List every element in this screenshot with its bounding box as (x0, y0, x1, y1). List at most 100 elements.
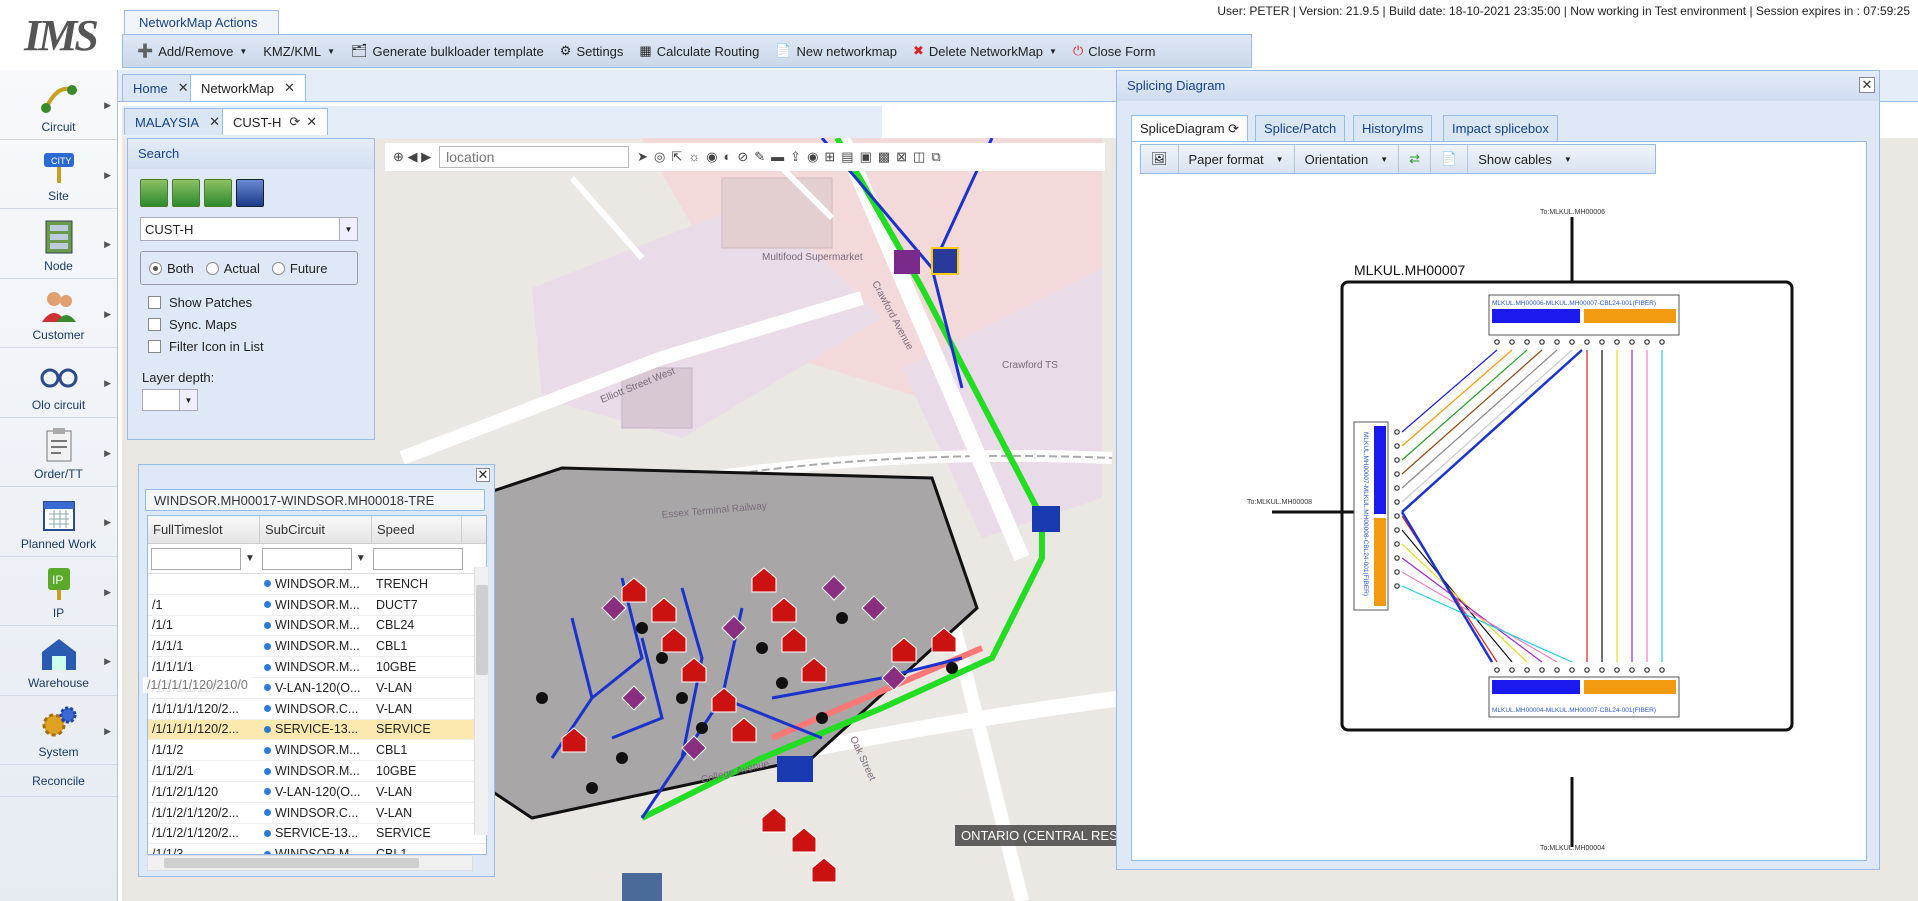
tab-networkmap[interactable]: NetworkMap ✕ (190, 74, 306, 101)
chevron-down-icon[interactable]: ▼ (339, 218, 357, 240)
olo-circuit-icon (39, 357, 79, 395)
forward-icon[interactable]: ▶ (421, 149, 431, 165)
table-row[interactable]: /1/1/3 WINDSOR.M... CBL1 (148, 844, 486, 854)
delete-networkmap-button[interactable]: ✖ Delete NetworkMap ▼ (905, 37, 1065, 65)
radio-both[interactable]: Both (149, 261, 194, 276)
generate-bulkloader-button[interactable]: 🗂 Generate bulkloader template (343, 37, 552, 65)
back-icon[interactable]: ◀ (408, 149, 418, 165)
table-row[interactable]: WINDSOR.M... TRENCH (148, 574, 486, 595)
add-remove-button[interactable]: ➕ Add/Remove ▼ (129, 37, 255, 65)
cell-fulltimeslot: /1/1/2/1/120/2... (152, 826, 239, 841)
sidebar: Circuit ▶ CITY Site ▶ Node ▶ Customer ▶ Olo … (0, 70, 118, 901)
tab-history-ims[interactable]: HistoryIms (1353, 115, 1433, 141)
splice-panel-title: Splicing Diagram (1117, 71, 1879, 101)
export-button[interactable]: 🖼 (1141, 145, 1179, 173)
sidebar-item-warehouse[interactable]: Warehouse ▶ (0, 626, 117, 696)
column-header-speed[interactable]: Speed (372, 516, 462, 543)
search-globe-icon[interactable] (172, 179, 200, 207)
table-row[interactable]: /1 WINDSOR.M... DUCT7 (148, 595, 486, 616)
map-tool-icons[interactable]: ➤◎⇱☼◉◐⊘✎▬⇪◉⊞▤▣▩⊠◫⧉ (637, 149, 946, 165)
tab-splice-diagram[interactable]: SpliceDiagram ⟳ (1131, 115, 1249, 141)
table-row[interactable]: /1/1/2/1/120 V-LAN-120(O... V-LAN (148, 782, 486, 803)
cell-subcircuit: WINDSOR.M... (260, 743, 372, 757)
filter-input-speed[interactable] (372, 547, 463, 570)
paper-format-button[interactable]: Paper format ▼ (1179, 145, 1295, 173)
tab-malaysia[interactable]: MALAYSIA ✕ (124, 108, 231, 135)
tab-impact-splicebox[interactable]: Impact splicebox (1443, 115, 1558, 141)
sidebar-item-order-tt[interactable]: Order/TT ▶ (0, 418, 117, 487)
column-header-subcircuit[interactable]: SubCircuit (260, 516, 372, 543)
tab-splice-patch[interactable]: Splice/Patch (1255, 115, 1346, 141)
orientation-button[interactable]: Orientation ▼ (1295, 145, 1400, 173)
table-row[interactable]: /1/1/2/1/120/2... WINDSOR.C... V-LAN (148, 803, 486, 824)
settings-button[interactable]: ⚙ Settings (552, 37, 632, 65)
zoom-in-icon[interactable]: ⊕ (393, 149, 404, 165)
radio-actual[interactable]: Actual (205, 261, 260, 276)
cell-subcircuit: WINDSOR.M... (260, 577, 372, 591)
delete-icon: ✖ (912, 43, 924, 58)
refresh-icon[interactable]: ⟳ (1228, 121, 1239, 136)
sidebar-item-node[interactable]: Node ▶ (0, 209, 117, 279)
refresh-button[interactable]: ⇄ (1399, 145, 1432, 173)
radio-future[interactable]: Future (271, 261, 327, 276)
splice-diagram-canvas[interactable]: To:MLKUL.MH00006 To:MLKUL.MH00004 To:MLK… (1132, 182, 1868, 852)
cell-fulltimeslot: /1/1/1 (152, 639, 184, 654)
close-icon[interactable]: ✕ (306, 114, 317, 130)
table-row[interactable]: /1/1 WINDSOR.M... CBL24 (148, 616, 486, 637)
splice-tabs: SpliceDiagram ⟳ Splice/Patch HistoryIms … (1131, 115, 1871, 141)
page-button[interactable]: 📄 (1431, 145, 1469, 173)
show-cables-button[interactable]: Show cables ▼ (1468, 145, 1582, 173)
tab-cust-h[interactable]: CUST-H ⟳ ✕ (222, 108, 329, 135)
close-icon[interactable]: ✕ (1859, 77, 1875, 93)
grid-vertical-scrollbar[interactable] (474, 567, 488, 835)
sidebar-item-ip[interactable]: IP IP ▶ (0, 557, 117, 626)
sidebar-item-planned-work[interactable]: Planned Work ▶ (0, 487, 117, 557)
sync-maps-checkbox[interactable]: Sync. Maps (148, 317, 374, 332)
filter-icon[interactable]: ▼ (356, 553, 366, 564)
cell-fulltimeslot: /1/1/2/1 (152, 764, 194, 779)
filter-icon-checkbox[interactable]: Filter Icon in List (148, 339, 374, 354)
filter-input-subcircuit[interactable] (261, 547, 352, 570)
status-dot-icon (264, 746, 271, 754)
table-row[interactable]: /1/1/1/1/120/2... WINDSOR.C... V-LAN (148, 699, 486, 720)
search-forward-icon[interactable] (204, 179, 232, 207)
close-icon[interactable]: ✕ (178, 80, 189, 96)
table-row[interactable]: /1/1/1/1/120/2... SERVICE-13... SERVICE (148, 719, 486, 741)
circuit-select[interactable]: CUST-H ▼ (140, 217, 358, 241)
left-destination-label: To:MLKUL.MH00008 (1247, 499, 1312, 506)
cell-speed: V-LAN (376, 784, 413, 799)
table-row[interactable]: /1/1/1 WINDSOR.M... CBL1 (148, 636, 486, 658)
sidebar-item-system[interactable]: System ▶ (0, 696, 117, 765)
tab-home[interactable]: Home ✕ (122, 74, 200, 101)
filter-icon[interactable]: ▼ (245, 553, 255, 564)
table-row[interactable]: /1/1/2/1 WINDSOR.M... 10GBE (148, 761, 486, 782)
networkmap-actions-tab[interactable]: NetworkMap Actions (124, 10, 279, 34)
refresh-icon[interactable]: ⟳ (289, 114, 300, 130)
new-networkmap-button[interactable]: 📄 New networkmap (767, 37, 905, 65)
binoculars-icon[interactable] (236, 179, 264, 207)
grid-title: WINDSOR.MH00017-WINDSOR.MH00018-TRE (145, 489, 485, 511)
close-icon[interactable]: ✕ (209, 114, 220, 130)
close-form-button[interactable]: ⏻ Close Form (1065, 37, 1163, 65)
layer-depth-select[interactable]: ▼ (142, 389, 198, 411)
cell-fulltimeslot: /1/1/2/1/120 (152, 784, 219, 799)
sidebar-item-circuit[interactable]: Circuit ▶ (0, 70, 117, 140)
close-icon[interactable]: ✕ (284, 80, 295, 96)
calculate-routing-button[interactable]: ▦ Calculate Routing (631, 37, 767, 65)
location-input[interactable] (439, 146, 630, 168)
show-patches-checkbox[interactable]: Show Patches (148, 295, 374, 310)
column-header-fulltimeslot[interactable]: FullTimeslot (148, 516, 260, 543)
kmz-kml-button[interactable]: KMZ/KML ▼ (255, 37, 343, 65)
cell-subcircuit: WINDSOR.M... (260, 618, 372, 632)
table-row[interactable]: /1/1/1/1 WINDSOR.M... 10GBE (148, 657, 486, 678)
sidebar-item-reconcile[interactable]: Reconcile (0, 765, 117, 797)
filter-input-fulltimeslot[interactable] (151, 547, 241, 570)
table-row[interactable]: /1/1/2/1/120/2... SERVICE-13... SERVICE (148, 824, 486, 845)
sidebar-item-customer[interactable]: Customer ▶ (0, 279, 117, 348)
grid-horizontal-scrollbar[interactable] (147, 855, 473, 871)
sidebar-item-olo-circuit[interactable]: Olo circuit ▶ (0, 348, 117, 418)
table-row[interactable]: /1/1/2 WINDSOR.M... CBL1 (148, 740, 486, 762)
search-back-icon[interactable] (140, 179, 168, 207)
sidebar-item-site[interactable]: CITY Site ▶ (0, 140, 117, 209)
close-icon[interactable]: ✕ (476, 468, 490, 482)
